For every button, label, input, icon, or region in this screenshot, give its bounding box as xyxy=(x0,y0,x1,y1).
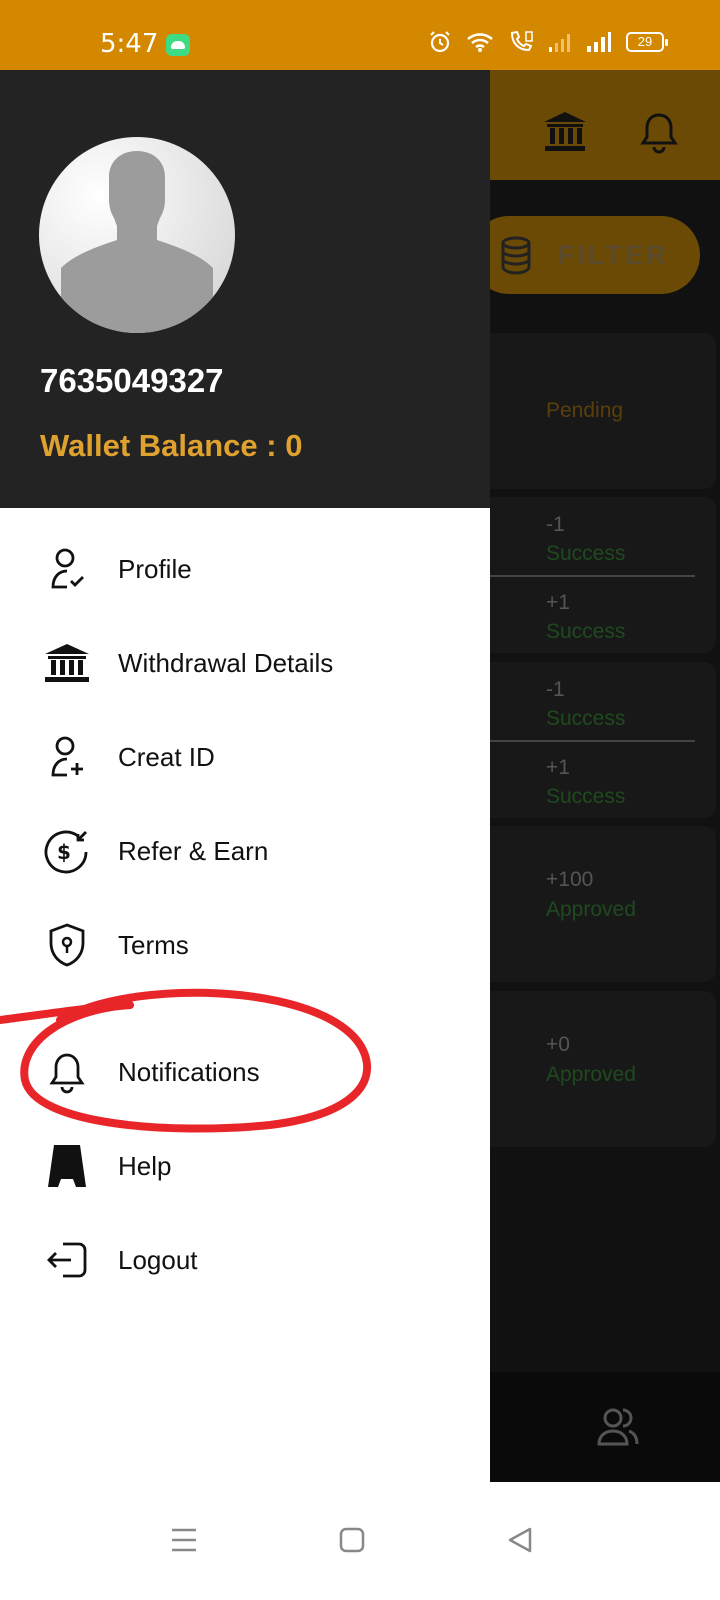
transaction-card[interactable]: -1 Success +1 Success xyxy=(460,662,716,818)
avatar[interactable] xyxy=(39,137,235,333)
transaction-status: Success xyxy=(546,620,626,643)
menu-label: Notifications xyxy=(118,1056,260,1087)
navigation-drawer: 7635049327 Wallet Balance : 0 Profile Wi… xyxy=(0,70,490,1482)
bell-icon xyxy=(44,1049,90,1095)
phone-number: 7635049327 xyxy=(40,362,224,399)
status-icons: 29 xyxy=(428,30,668,54)
filter-label: FILTER xyxy=(558,240,669,270)
alarm-icon xyxy=(430,31,450,53)
menu-label: Creat ID xyxy=(118,741,215,772)
dollar-refer-icon: $ xyxy=(44,828,90,874)
drawer-header: 7635049327 Wallet Balance : 0 xyxy=(0,70,490,508)
transaction-amount: -1 xyxy=(546,678,565,701)
transaction-status: Pending xyxy=(546,399,624,422)
menu-item-help[interactable]: Help xyxy=(0,1121,490,1211)
profile-check-icon xyxy=(44,546,90,592)
menu-item-withdrawal-details[interactable]: Withdrawal Details xyxy=(0,618,490,708)
avatar-silhouette-icon xyxy=(61,151,213,333)
menu-item-creat-id[interactable]: Creat ID xyxy=(0,712,490,802)
users-icon[interactable] xyxy=(596,1404,640,1448)
home-icon[interactable] xyxy=(322,1510,382,1570)
status-bar: 5:47 29 xyxy=(0,0,720,70)
divider xyxy=(460,740,695,742)
transaction-card[interactable]: -1 Success +1 Success xyxy=(460,497,716,653)
bank-icon xyxy=(44,640,90,686)
user-add-icon xyxy=(44,734,90,780)
transaction-amount: +1 xyxy=(546,591,570,614)
menu-item-terms[interactable]: Terms xyxy=(0,900,490,990)
svg-text:$: $ xyxy=(57,840,71,864)
transaction-status: Success xyxy=(546,707,626,730)
transaction-status: Approved xyxy=(546,1063,636,1086)
back-icon[interactable] xyxy=(490,1510,550,1570)
divider xyxy=(460,575,695,577)
menu-icon[interactable] xyxy=(154,1510,214,1570)
transaction-card[interactable]: Pending xyxy=(460,333,716,489)
menu-item-profile[interactable]: Profile xyxy=(0,524,490,614)
status-time: 5:47 xyxy=(100,29,159,59)
shield-icon xyxy=(44,922,90,968)
volte-call-icon xyxy=(510,30,533,52)
transaction-amount: -1 xyxy=(546,513,565,536)
menu-label: Logout xyxy=(118,1244,198,1275)
signal-weak-icon xyxy=(549,34,570,52)
android-notification-icon xyxy=(166,34,190,56)
menu-label: Help xyxy=(118,1150,172,1181)
bank-icon xyxy=(544,112,586,151)
menu-label: Withdrawal Details xyxy=(118,647,334,678)
wallet-balance: Wallet Balance : 0 xyxy=(40,428,303,463)
transaction-amount: +100 xyxy=(546,868,594,891)
coins-icon xyxy=(501,236,531,275)
filter-button[interactable]: FILTER xyxy=(470,216,700,294)
battery-icon: 29 xyxy=(626,32,668,52)
transaction-card[interactable]: +0 Approved xyxy=(460,991,716,1147)
transaction-amount: +0 xyxy=(546,1033,570,1056)
transaction-amount: +1 xyxy=(546,756,570,779)
menu-item-logout[interactable]: Logout xyxy=(0,1215,490,1305)
menu-item-refer-earn[interactable]: $ Refer & Earn xyxy=(0,806,490,896)
transaction-status: Approved xyxy=(546,898,636,921)
help-icon xyxy=(44,1143,90,1189)
logout-icon xyxy=(44,1237,90,1283)
menu-label: Terms xyxy=(118,929,189,960)
menu-label: Refer & Earn xyxy=(118,835,269,866)
signal-strong-icon xyxy=(587,32,611,52)
wifi-icon xyxy=(467,33,493,52)
transaction-status: Success xyxy=(546,785,626,808)
transaction-card[interactable]: +100 Approved xyxy=(460,826,716,982)
system-nav-bar xyxy=(0,1482,720,1600)
bell-icon xyxy=(640,113,678,154)
transaction-status: Success xyxy=(546,542,626,565)
menu-item-notifications[interactable]: Notifications xyxy=(0,1027,490,1117)
menu-label: Profile xyxy=(118,553,192,584)
